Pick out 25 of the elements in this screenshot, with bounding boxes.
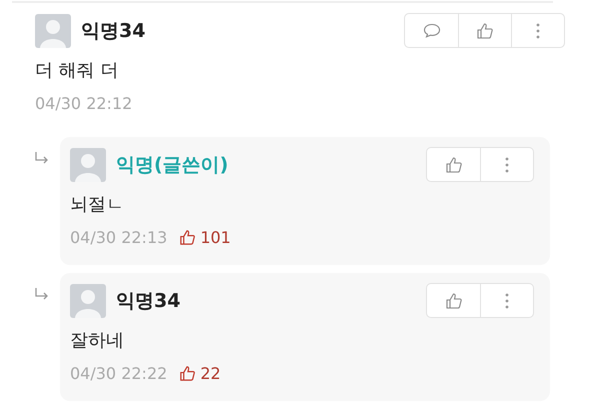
reply-arrow-icon <box>34 151 50 165</box>
thumbs-up-icon <box>476 22 494 40</box>
timestamp: 04/30 22:12 <box>35 94 132 113</box>
comment-text: 뇌절ㄴ <box>70 193 125 216</box>
thumbs-up-icon <box>444 156 462 174</box>
more-icon <box>505 156 509 172</box>
comment-text: 더 해줘 더 <box>35 59 120 82</box>
like-count: 101 <box>200 228 231 247</box>
author-name: 익명34 <box>81 18 146 44</box>
more-icon <box>536 22 540 38</box>
avatar-icon <box>70 284 106 318</box>
timestamp: 04/30 22:22 <box>70 364 168 383</box>
avatar-icon <box>35 14 71 48</box>
more-icon <box>505 292 509 308</box>
speech-bubble-icon <box>422 23 440 38</box>
reply-arrow-icon <box>34 287 50 301</box>
thumbs-up-icon <box>179 365 196 382</box>
author-name: 익명(글쓴이) <box>116 152 228 178</box>
like-count: 22 <box>200 364 221 383</box>
comment-text: 잘하네 <box>70 329 125 352</box>
timestamp: 04/30 22:13 <box>70 228 168 247</box>
thumbs-up-icon <box>444 292 462 310</box>
avatar-icon <box>70 148 106 182</box>
thumbs-up-icon <box>179 229 196 246</box>
author-name: 익명34 <box>116 288 180 314</box>
